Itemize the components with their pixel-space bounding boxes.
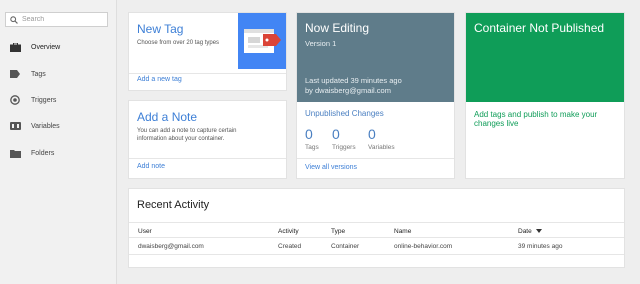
now-editing-title: Now Editing bbox=[305, 21, 370, 35]
unpublished-changes-title: Unpublished Changes bbox=[305, 109, 384, 118]
now-editing-card: Now Editing Version 1 Last updated 39 mi… bbox=[297, 13, 454, 178]
column-header-name: Name bbox=[394, 228, 412, 235]
sidebar-item-label: Overview bbox=[31, 43, 61, 51]
sidebar: Overview Tags Triggers Variables Folders bbox=[0, 0, 117, 284]
tags-count-label: Tags bbox=[305, 144, 319, 151]
cell-type: Container bbox=[331, 243, 360, 250]
search-input[interactable] bbox=[18, 13, 107, 26]
sort-descending-icon bbox=[535, 229, 542, 233]
last-updated-label: Last updated 39 minutes ago bbox=[305, 76, 402, 85]
tag-illustration-icon bbox=[244, 29, 281, 53]
tag-icon bbox=[9, 69, 21, 79]
cell-date: 39 minutes ago bbox=[518, 243, 563, 250]
sidebar-item-folders[interactable]: Folders bbox=[0, 142, 116, 164]
version-label: Version 1 bbox=[305, 39, 337, 48]
column-header-user: User bbox=[138, 228, 152, 235]
divider bbox=[129, 73, 286, 74]
sidebar-item-label: Variables bbox=[31, 122, 60, 130]
column-header-type: Type bbox=[331, 228, 346, 235]
sidebar-item-label: Folders bbox=[31, 149, 55, 157]
briefcase-icon bbox=[9, 42, 21, 52]
column-header-date-label: Date bbox=[518, 228, 532, 235]
now-editing-header: Now Editing Version 1 Last updated 39 mi… bbox=[297, 13, 454, 102]
view-all-versions-link[interactable]: View all versions bbox=[305, 164, 357, 171]
new-tag-title[interactable]: New Tag bbox=[137, 22, 183, 36]
updated-by-label: by dwaisberg@gmail.com bbox=[305, 86, 391, 95]
variables-count: 0 bbox=[368, 126, 376, 142]
table-row-divider bbox=[129, 254, 624, 255]
variables-icon bbox=[9, 121, 21, 131]
folder-icon bbox=[9, 148, 21, 158]
sidebar-item-tags[interactable]: Tags bbox=[0, 63, 116, 85]
add-note-description: You can add a note to capture certain in… bbox=[137, 128, 237, 142]
not-published-title: Container Not Published bbox=[474, 21, 605, 35]
not-published-card: Container Not Published Add tags and pub… bbox=[466, 13, 624, 178]
sidebar-item-overview[interactable]: Overview bbox=[0, 36, 116, 58]
divider bbox=[129, 222, 624, 223]
recent-activity-card: Recent Activity bbox=[129, 189, 624, 267]
sidebar-item-variables[interactable]: Variables bbox=[0, 115, 116, 137]
divider bbox=[297, 158, 454, 159]
sidebar-item-label: Tags bbox=[31, 70, 46, 78]
divider bbox=[129, 158, 286, 159]
add-new-tag-link[interactable]: Add a new tag bbox=[137, 76, 182, 83]
cell-user: dwaisberg@gmail.com bbox=[138, 243, 204, 250]
column-header-activity: Activity bbox=[278, 228, 299, 235]
add-note-link[interactable]: Add note bbox=[137, 163, 165, 170]
cell-activity: Created bbox=[278, 243, 302, 250]
tags-count: 0 bbox=[305, 126, 313, 142]
tag-illustration bbox=[238, 13, 286, 69]
new-tag-description: Choose from over 20 tag types bbox=[137, 40, 220, 46]
sidebar-item-triggers[interactable]: Triggers bbox=[0, 89, 116, 111]
cell-name: online-behavior.com bbox=[394, 243, 453, 250]
add-note-card: Add a Note You can add a note to capture… bbox=[129, 101, 286, 178]
add-note-title[interactable]: Add a Note bbox=[137, 110, 197, 124]
search-box[interactable] bbox=[5, 12, 108, 27]
new-tag-card[interactable]: New Tag Choose from over 20 tag types Ad… bbox=[129, 13, 286, 90]
triggers-count: 0 bbox=[332, 126, 340, 142]
recent-activity-title: Recent Activity bbox=[137, 199, 210, 211]
table-header-divider bbox=[129, 237, 624, 238]
triggers-count-label: Triggers bbox=[332, 144, 356, 151]
sidebar-item-label: Triggers bbox=[31, 96, 57, 104]
not-published-header: Container Not Published bbox=[466, 13, 624, 102]
variables-count-label: Variables bbox=[368, 144, 395, 151]
publish-message-link[interactable]: Add tags and publish to make your change… bbox=[474, 110, 619, 128]
trigger-icon bbox=[9, 95, 21, 105]
search-icon bbox=[10, 15, 18, 24]
column-header-date[interactable]: Date bbox=[518, 228, 542, 235]
